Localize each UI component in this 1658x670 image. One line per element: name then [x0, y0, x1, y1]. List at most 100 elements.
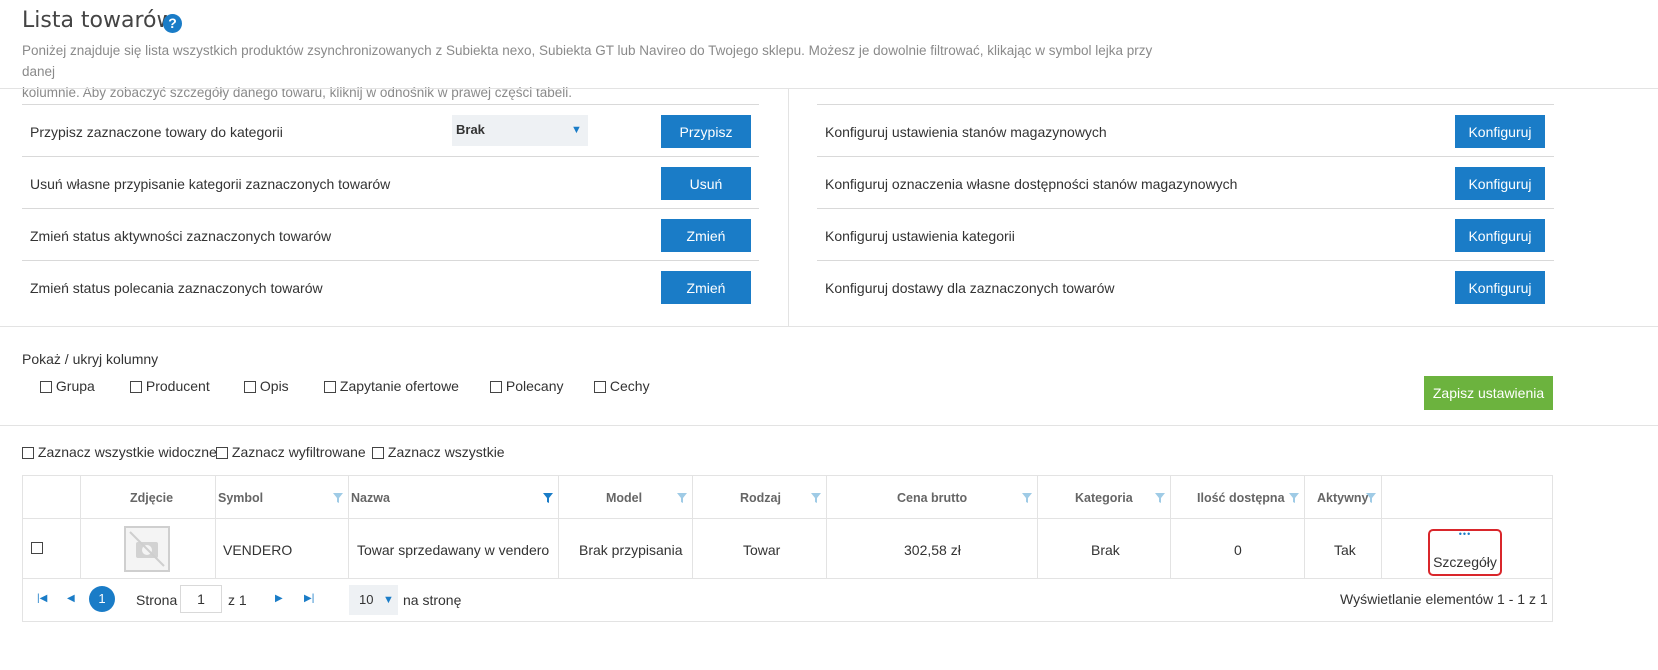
next-page-icon[interactable]: ▶	[275, 593, 283, 604]
column-toggle-grupa[interactable]: Grupa	[40, 378, 95, 394]
remove-button[interactable]: Usuń	[661, 167, 751, 200]
select-all-visible[interactable]: Zaznacz wszystkie widoczne	[22, 444, 217, 460]
cell-cena: 302,58 zł	[904, 542, 961, 558]
column-toggle-cechy[interactable]: Cechy	[594, 378, 650, 394]
details-label: Szczegóły	[1433, 554, 1497, 570]
filter-icon[interactable]	[1022, 493, 1032, 503]
table-footer-divider	[22, 578, 1553, 579]
divider-vertical	[788, 88, 789, 326]
divider	[817, 208, 1554, 209]
filter-icon[interactable]	[543, 493, 553, 503]
page-label: Strona	[136, 592, 178, 608]
category-select-value: Brak	[456, 122, 485, 137]
divider	[817, 104, 1554, 105]
checkbox[interactable]	[22, 447, 34, 460]
page-size-value: 10	[359, 592, 374, 607]
columns-toggle-heading: Pokaż / ukryj kolumny	[22, 351, 159, 367]
cell-symbol: VENDERO	[223, 542, 293, 558]
filter-icon[interactable]	[333, 493, 343, 503]
select-all[interactable]: Zaznacz wszystkie	[372, 444, 505, 460]
stock-settings-label: Konfiguruj ustawienia stanów magazynowyc…	[825, 124, 1107, 140]
column-separator	[1037, 475, 1038, 578]
divider	[0, 88, 1658, 89]
column-separator	[1304, 475, 1305, 578]
column-separator	[692, 475, 693, 578]
column-header-model[interactable]: Model	[606, 491, 642, 505]
category-select[interactable]: Brak ▼	[452, 115, 588, 146]
column-toggle-label: Opis	[259, 378, 289, 394]
column-toggle-zapytanie[interactable]: Zapytanie ofertowe	[324, 378, 459, 394]
change-recommended-button[interactable]: Zmień	[661, 271, 751, 304]
filter-icon[interactable]	[677, 493, 687, 503]
last-page-icon[interactable]: ▶|	[304, 593, 314, 604]
column-separator	[348, 475, 349, 578]
checkbox[interactable]	[40, 381, 52, 394]
cell-aktywny: Tak	[1334, 542, 1356, 558]
configure-stock-button[interactable]: Konfiguruj	[1455, 115, 1545, 148]
cell-rodzaj: Towar	[743, 542, 781, 558]
stock-availability-label: Konfiguruj oznaczenia własne dostępności…	[825, 176, 1238, 192]
row-checkbox[interactable]	[31, 542, 43, 554]
column-separator	[1170, 475, 1171, 578]
column-header-aktywny[interactable]: Aktywny	[1317, 491, 1368, 505]
column-separator	[558, 475, 559, 578]
table-header-divider	[22, 518, 1553, 519]
checkbox[interactable]	[594, 381, 606, 394]
column-toggle-opis[interactable]: Opis	[244, 378, 289, 394]
column-header-rodzaj[interactable]: Rodzaj	[740, 491, 781, 505]
column-separator	[1381, 475, 1382, 578]
divider	[0, 425, 1658, 426]
checkbox[interactable]	[130, 381, 142, 394]
configure-delivery-button[interactable]: Konfiguruj	[1455, 271, 1545, 304]
checkbox[interactable]	[372, 447, 384, 460]
change-active-label: Zmień status aktywności zaznaczonych tow…	[30, 228, 332, 244]
column-header-cena[interactable]: Cena brutto	[897, 491, 967, 505]
caret-down-icon: ▼	[571, 124, 582, 136]
page-number-current[interactable]: 1	[89, 586, 115, 612]
page-size-select[interactable]: 10 ▼	[349, 585, 398, 615]
column-toggle-label: Producent	[145, 378, 210, 394]
page-description: Poniżej znajduje się lista wszystkich pr…	[22, 40, 1172, 103]
select-filtered[interactable]: Zaznacz wyfiltrowane	[216, 444, 366, 460]
configure-availability-button[interactable]: Konfiguruj	[1455, 167, 1545, 200]
select-label: Zaznacz wyfiltrowane	[231, 444, 366, 460]
description-line-2: kolumnie. Aby zobaczyć szczegóły danego …	[22, 85, 573, 100]
caret-down-icon: ▼	[383, 594, 394, 606]
checkbox[interactable]	[324, 381, 336, 394]
column-toggle-producent[interactable]: Producent	[130, 378, 210, 394]
cell-model: Brak przypisania	[579, 542, 683, 558]
help-icon[interactable]: ?	[163, 14, 182, 33]
assign-category-label: Przypisz zaznaczone towary do kategorii	[30, 124, 283, 140]
column-header-nazwa[interactable]: Nazwa	[351, 491, 390, 505]
column-separator	[215, 475, 216, 578]
checkbox[interactable]	[490, 381, 502, 394]
column-separator	[826, 475, 827, 578]
checkbox[interactable]	[244, 381, 256, 394]
filter-icon[interactable]	[1289, 493, 1299, 503]
divider	[0, 326, 1658, 327]
divider	[22, 104, 759, 105]
filter-icon[interactable]	[811, 493, 821, 503]
filter-icon[interactable]	[1366, 493, 1376, 503]
column-toggle-label: Grupa	[55, 378, 95, 394]
change-active-button[interactable]: Zmień	[661, 219, 751, 252]
save-settings-button[interactable]: Zapisz ustawienia	[1424, 376, 1553, 410]
change-recommended-label: Zmień status polecania zaznaczonych towa…	[30, 280, 323, 296]
cell-ilosc: 0	[1234, 542, 1242, 558]
configure-category-button[interactable]: Konfiguruj	[1455, 219, 1545, 252]
assign-button[interactable]: Przypisz	[661, 115, 751, 148]
prev-page-icon[interactable]: ◀	[67, 593, 75, 604]
column-toggle-polecany[interactable]: Polecany	[490, 378, 563, 394]
column-header-ilosc[interactable]: Ilość dostępna	[1197, 491, 1285, 505]
column-header-kategoria[interactable]: Kategoria	[1075, 491, 1133, 505]
column-header-symbol[interactable]: Symbol	[218, 491, 263, 505]
filter-icon[interactable]	[1155, 493, 1165, 503]
cell-nazwa: Towar sprzedawany w vendero	[357, 542, 550, 558]
per-page-label: na stronę	[403, 592, 462, 608]
column-toggle-label: Zapytanie ofertowe	[339, 378, 459, 394]
select-label: Zaznacz wszystkie	[387, 444, 505, 460]
page-input[interactable]: 1	[180, 585, 222, 613]
first-page-icon[interactable]: |◀	[37, 593, 47, 604]
details-link[interactable]: ••• Szczegóły	[1428, 529, 1502, 576]
checkbox[interactable]	[216, 447, 228, 460]
